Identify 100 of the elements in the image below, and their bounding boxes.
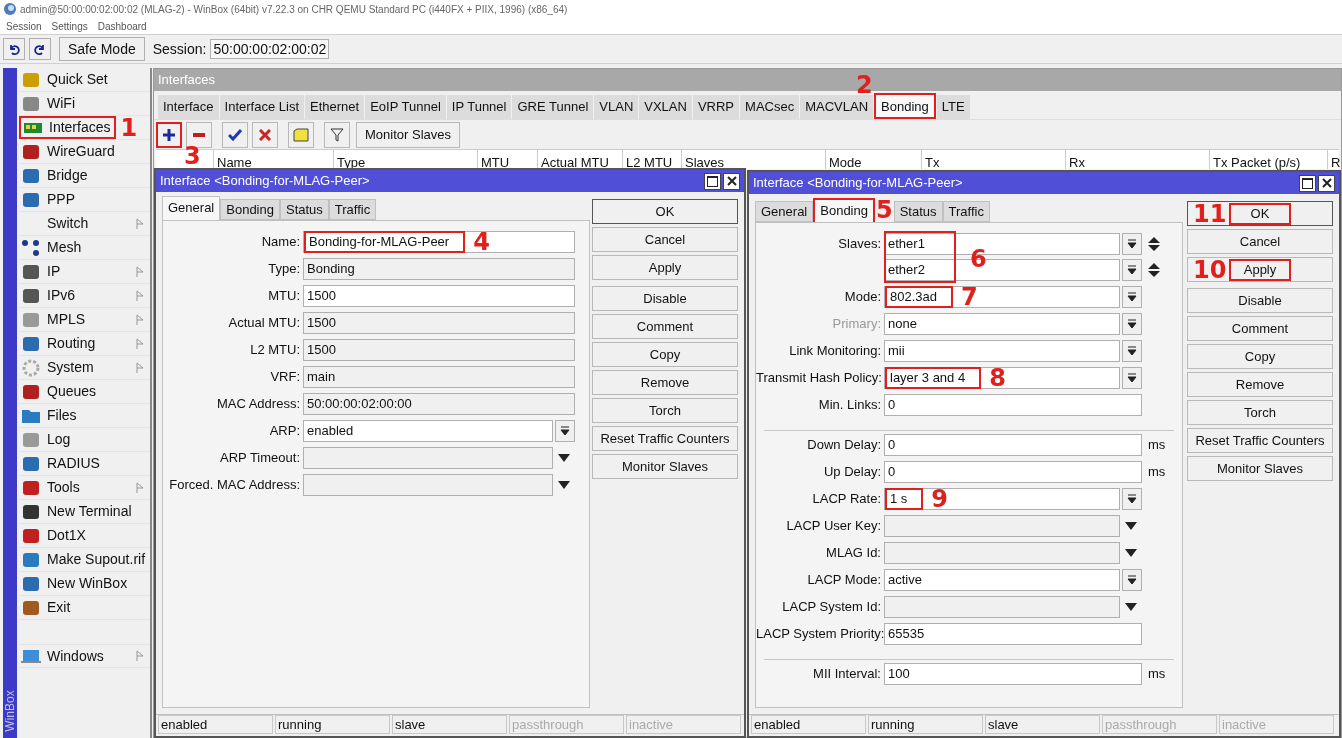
- add-button[interactable]: [156, 121, 182, 148]
- input-field[interactable]: 0: [884, 434, 1142, 456]
- dialog-button[interactable]: OK: [592, 199, 738, 224]
- dialog-button[interactable]: Copy: [592, 342, 738, 367]
- dropdown-field[interactable]: layer 3 and 4 8: [884, 367, 1120, 389]
- dropdown-arrow-icon[interactable]: [558, 481, 570, 489]
- comment-button[interactable]: [288, 121, 314, 148]
- sidebar-item[interactable]: Quick Set: [19, 68, 112, 91]
- sidebar-item[interactable]: Dot1X: [19, 524, 90, 547]
- tab[interactable]: EoIP Tunnel: [365, 95, 446, 119]
- monitor-slaves-button[interactable]: Monitor Slaves: [356, 121, 460, 148]
- input-field[interactable]: [303, 474, 553, 496]
- input-field[interactable]: [303, 447, 553, 469]
- sidebar-item[interactable]: Queues: [19, 380, 101, 403]
- sidebar-item[interactable]: New Terminal: [19, 500, 136, 523]
- dropdown-button[interactable]: [1122, 340, 1142, 362]
- menu-item[interactable]: Session: [6, 18, 42, 34]
- input-field[interactable]: 100: [884, 663, 1142, 685]
- dialog-button[interactable]: Cancel: [592, 227, 738, 252]
- sidebar-item[interactable]: Routing: [19, 332, 100, 355]
- dropdown-button[interactable]: [1122, 233, 1142, 255]
- menu-item[interactable]: Settings: [51, 18, 88, 34]
- tab[interactable]: Interface: [158, 95, 219, 119]
- sidebar-item[interactable]: Windows: [19, 645, 104, 667]
- tab[interactable]: Bonding: [220, 199, 280, 220]
- input-field[interactable]: 65535: [884, 623, 1142, 645]
- dropdown-field[interactable]: 1 s 9: [884, 488, 1120, 510]
- column-header[interactable]: Rx: [1069, 155, 1085, 170]
- column-header[interactable]: Slaves: [685, 155, 725, 170]
- dropdown-arrow-icon[interactable]: [1125, 549, 1137, 557]
- up-down-arrows-icon[interactable]: [1148, 262, 1160, 278]
- dropdown-button[interactable]: [1122, 259, 1142, 281]
- dropdown-button[interactable]: [1122, 313, 1142, 335]
- dialog-button[interactable]: Cancel: [1187, 229, 1333, 254]
- dialog-button[interactable]: Disable: [592, 286, 738, 311]
- sidebar-item[interactable]: Interfaces: [19, 116, 117, 139]
- input-field[interactable]: 0: [884, 461, 1142, 483]
- tab[interactable]: Bonding: [813, 198, 875, 222]
- dropdown-button[interactable]: [555, 420, 575, 442]
- dropdown-field[interactable]: active: [884, 569, 1120, 591]
- dialog-button[interactable]: Torch: [592, 398, 738, 423]
- column-header[interactable]: MTU: [481, 155, 510, 170]
- dialog-button[interactable]: Disable: [1187, 288, 1333, 313]
- up-down-arrows-icon[interactable]: [1148, 236, 1160, 252]
- enable-button[interactable]: [222, 121, 248, 148]
- sidebar-item[interactable]: WireGuard: [19, 140, 119, 163]
- column-header[interactable]: Tx Packet (p/s): [1213, 155, 1301, 170]
- tab[interactable]: IP Tunnel: [446, 95, 512, 119]
- tab[interactable]: LTE: [936, 95, 970, 119]
- redo-button[interactable]: [29, 38, 51, 60]
- tab[interactable]: General: [755, 201, 814, 222]
- sidebar-item[interactable]: IP: [19, 260, 65, 283]
- dialog-button[interactable]: Torch: [1187, 400, 1333, 425]
- column-header[interactable]: Actual MTU: [541, 155, 609, 170]
- sidebar-item[interactable]: Mesh: [19, 236, 86, 259]
- remove-button[interactable]: [186, 121, 212, 148]
- column-header[interactable]: Name: [217, 155, 252, 170]
- close-button[interactable]: [1318, 174, 1335, 192]
- tab[interactable]: Traffic: [942, 201, 990, 222]
- dialog-button[interactable]: Remove: [1187, 372, 1333, 397]
- maximize-button[interactable]: [1299, 174, 1316, 192]
- tab[interactable]: Traffic: [328, 199, 377, 220]
- sidebar-item[interactable]: System: [19, 356, 98, 379]
- dialog-button[interactable]: Remove: [592, 370, 738, 395]
- column-header[interactable]: L2 MTU: [626, 155, 673, 170]
- tab[interactable]: VXLAN: [639, 95, 692, 119]
- dialog-button[interactable]: Comment: [1187, 316, 1333, 341]
- tab[interactable]: MACVLAN: [800, 95, 874, 119]
- dialog-button[interactable]: Comment: [592, 314, 738, 339]
- dropdown-arrow-icon[interactable]: [558, 454, 570, 462]
- sidebar-item[interactable]: Switch: [19, 212, 93, 235]
- filter-button[interactable]: [324, 121, 350, 148]
- sidebar-item[interactable]: Make Supout.rif: [19, 548, 150, 571]
- dialog-button[interactable]: Reset Traffic Counters: [592, 426, 738, 451]
- input-field[interactable]: 0: [884, 394, 1142, 416]
- maximize-button[interactable]: [704, 172, 721, 190]
- dialog-button[interactable]: Reset Traffic Counters: [1187, 428, 1333, 453]
- dropdown-field[interactable]: 802.3ad 7: [884, 286, 1120, 308]
- dropdown-button[interactable]: [1122, 367, 1142, 389]
- tab[interactable]: Ethernet: [305, 95, 365, 119]
- dialog-button[interactable]: Monitor Slaves: [592, 454, 738, 479]
- sidebar-item[interactable]: Exit: [19, 596, 75, 619]
- safe-mode-button[interactable]: Safe Mode: [59, 37, 145, 61]
- dialog-button[interactable]: Copy: [1187, 344, 1333, 369]
- column-header[interactable]: Mode: [829, 155, 862, 170]
- tab[interactable]: MACsec: [740, 95, 800, 119]
- dialog-button[interactable]: Monitor Slaves: [1187, 456, 1333, 481]
- close-button[interactable]: [723, 172, 740, 190]
- column-header[interactable]: R: [1331, 155, 1341, 170]
- input-field[interactable]: 1500: [303, 285, 575, 307]
- dropdown-arrow-icon[interactable]: [1125, 603, 1137, 611]
- sidebar-item[interactable]: Tools: [19, 476, 84, 499]
- dropdown-arrow-icon[interactable]: [1125, 522, 1137, 530]
- dropdown-button[interactable]: [1122, 569, 1142, 591]
- dropdown-button[interactable]: [1122, 488, 1142, 510]
- input-field[interactable]: [884, 596, 1120, 618]
- disable-button[interactable]: [252, 121, 278, 148]
- tab[interactable]: Status: [893, 201, 943, 222]
- undo-button[interactable]: [3, 38, 25, 60]
- sidebar-item[interactable]: Log: [19, 428, 75, 451]
